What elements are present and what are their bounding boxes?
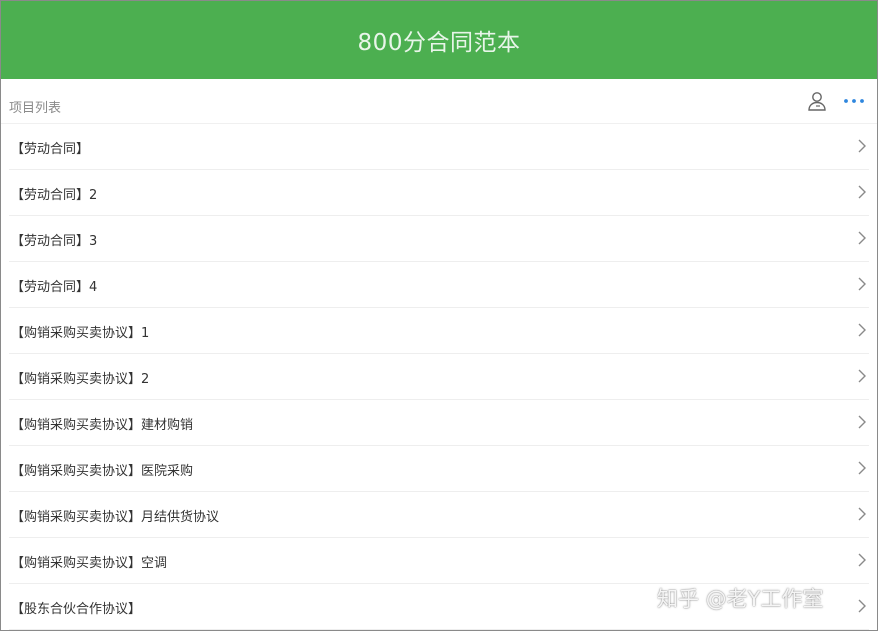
chevron-right-icon [858,369,866,383]
list-item-label: 【购销采购买卖协议】1 [11,326,150,341]
more-icon[interactable] [841,89,867,113]
chevron-right-icon [858,323,866,337]
list-item-label: 【劳动合同】2 [11,188,98,203]
section-label: 项目列表 [9,101,62,116]
list-item-label: 【购销采购买卖协议】建材购销 [11,418,194,433]
list-toolbar: 项目列表 [1,79,877,124]
list-item-label: 【股东合伙合作协议】 [11,602,142,617]
app-header: 800分合同范本 [1,1,877,79]
chevron-right-icon [858,231,866,245]
list-item[interactable]: 【劳动合同】 [9,124,869,170]
list-item[interactable]: 【购销采购买卖协议】医院采购 [9,446,869,492]
list-item[interactable]: 【购销采购买卖协议】1 [9,308,869,354]
list-item[interactable]: 【购销采购买卖协议】建材购销 [9,400,869,446]
list-item[interactable]: 【劳动合同】2 [9,170,869,216]
chevron-right-icon [858,185,866,199]
chevron-right-icon [858,461,866,475]
list-item-label: 【劳动合同】3 [11,234,98,249]
chevron-right-icon [858,415,866,429]
list-item[interactable]: 【购销采购买卖协议】月结供货协议 [9,492,869,538]
list-item[interactable]: 【购销采购买卖协议】空调 [9,538,869,584]
list-item[interactable]: 【劳动合同】3 [9,216,869,262]
chevron-right-icon [858,507,866,521]
list-item-label: 【劳动合同】 [11,142,90,157]
list-item[interactable]: 【劳动合同】4 [9,262,869,308]
chevron-right-icon [858,553,866,567]
list-item-label: 【购销采购买卖协议】医院采购 [11,464,194,479]
chevron-right-icon [858,277,866,291]
list-item-label: 【购销采购买卖协议】空调 [11,556,168,571]
project-list: 【劳动合同】 【劳动合同】2 【劳动合同】3 【劳动合同】4 【购销采购买卖协议… [1,124,877,630]
chevron-right-icon [858,599,866,613]
list-item-label: 【劳动合同】4 [11,280,98,295]
list-item[interactable]: 【购销采购买卖协议】2 [9,354,869,400]
user-icon[interactable] [805,89,829,113]
chevron-right-icon [858,139,866,153]
list-item-label: 【购销采购买卖协议】2 [11,372,150,387]
app-window: 800分合同范本 项目列表 【劳动合同】 【劳动合同】2 【劳动合同】3 【劳动… [0,0,878,631]
list-item[interactable]: 【股东合伙合作协议】 [9,584,869,630]
list-item-label: 【购销采购买卖协议】月结供货协议 [11,510,220,525]
page-title: 800分合同范本 [357,30,521,56]
